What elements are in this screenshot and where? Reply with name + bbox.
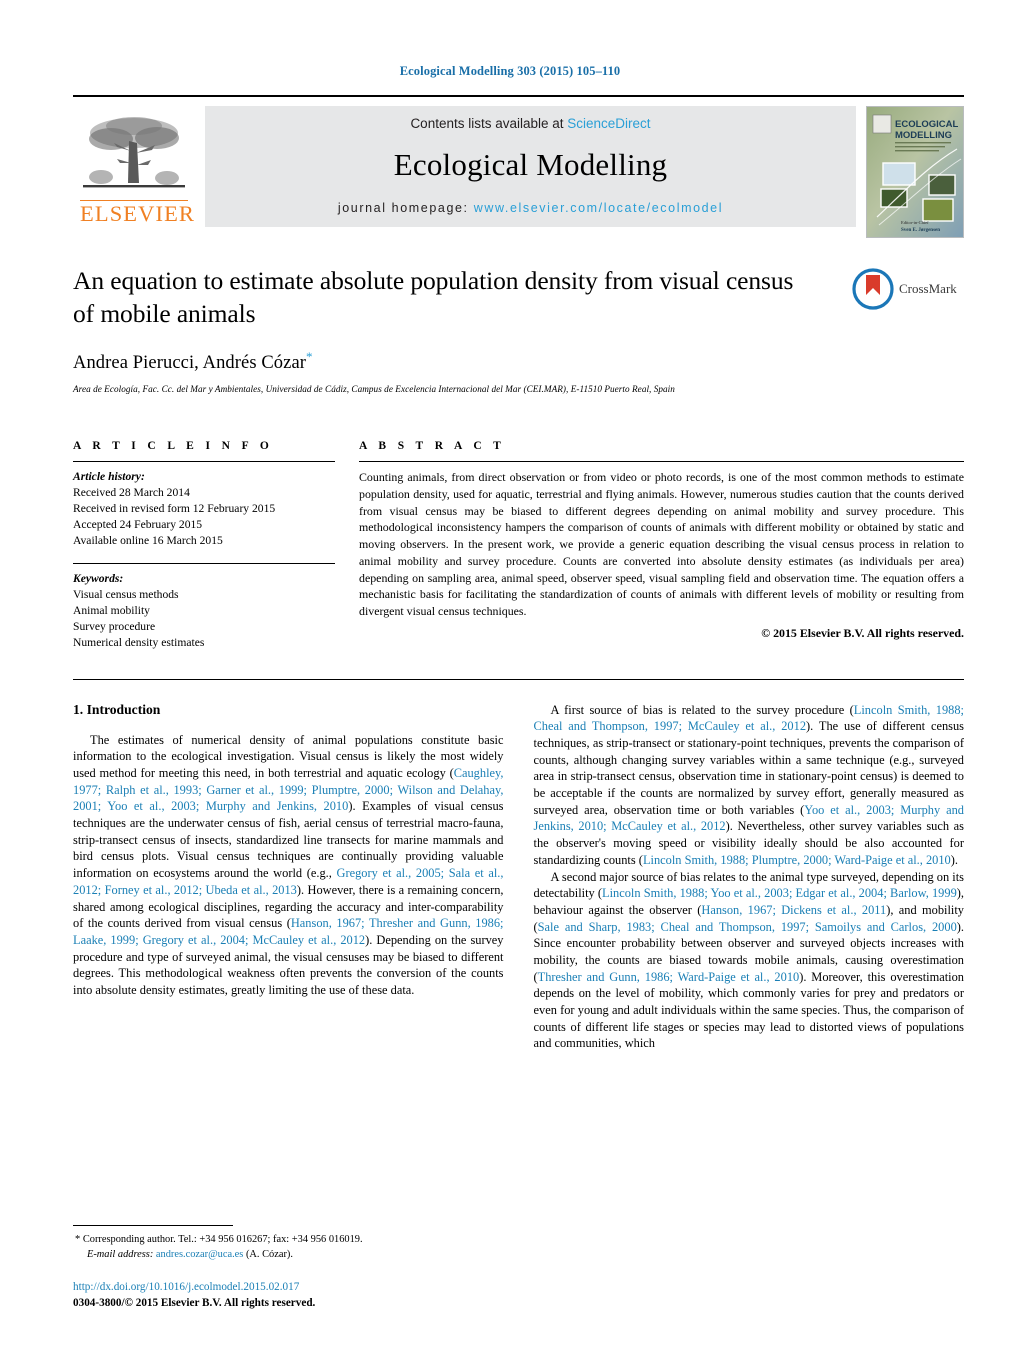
article-info-column: A R T I C L E I N F O Article history: R…: [73, 440, 335, 651]
keyword-item: Visual census methods: [73, 587, 179, 601]
abstract-copyright: © 2015 Elsevier B.V. All rights reserved…: [761, 625, 964, 640]
intro-paragraph-right-1: A first source of bias is related to the…: [534, 702, 965, 869]
text-run: The estimates of numerical density of an…: [73, 732, 504, 781]
abstract-text: Counting animals, from direct observatio…: [359, 469, 964, 619]
issn-copyright-line: 0304-3800/© 2015 Elsevier B.V. All right…: [73, 1296, 316, 1309]
doi-link[interactable]: http://dx.doi.org/10.1016/j.ecolmodel.20…: [73, 1279, 503, 1295]
journal-masthead: ELSEVIER Contents lists available at Sci…: [73, 95, 964, 238]
crossmark-icon: [852, 268, 894, 310]
history-item: Received in revised form 12 February 201…: [73, 501, 276, 515]
page-title: An equation to estimate absolute populat…: [73, 266, 794, 328]
body-separator-rule: [73, 678, 964, 680]
body-column-right: A first source of bias is related to the…: [534, 702, 965, 1052]
title-block: An equation to estimate absolute populat…: [73, 265, 964, 394]
keyword-item: Numerical density estimates: [73, 635, 205, 649]
intro-paragraph-right-2: A second major source of bias relates to…: [534, 869, 965, 1052]
email-link[interactable]: andres.cozar@uca.es: [156, 1249, 243, 1260]
citation-link[interactable]: Thresher and Gunn, 1986; Ward-Paige et a…: [538, 970, 800, 984]
svg-text:MODELLING: MODELLING: [895, 130, 952, 141]
footnote-rule: [73, 1225, 233, 1227]
journal-title: Ecological Modelling: [393, 147, 668, 182]
cover-artwork: ECOLOGICAL MODELLING Editor-in-Chief Sve…: [867, 107, 963, 237]
article-page: Ecological Modelling 303 (2015) 105–110: [0, 0, 1020, 1351]
abstract-column: A B S T R A C T Counting animals, from d…: [359, 440, 964, 651]
elsevier-logo: ELSEVIER: [73, 106, 195, 227]
history-item: Received 28 March 2014: [73, 485, 190, 499]
sciencedirect-link[interactable]: ScienceDirect: [567, 116, 650, 131]
intro-paragraph-left: The estimates of numerical density of an…: [73, 732, 504, 999]
journal-homepage-line: journal homepage: www.elsevier.com/locat…: [338, 201, 723, 215]
affiliation: Area de Ecología, Fac. Cc. del Mar y Amb…: [73, 383, 675, 394]
section-heading-introduction: 1. Introduction: [73, 701, 161, 717]
corresponding-author-marker: *: [306, 348, 313, 364]
crossmark-badge[interactable]: CrossMark: [852, 267, 964, 311]
svg-text:Sven E. Jørgensen: Sven E. Jørgensen: [901, 228, 940, 233]
footnote-line-2: E-mail address: andres.cozar@uca.es (A. …: [73, 1248, 493, 1263]
history-item: Available online 16 March 2015: [73, 533, 223, 547]
author-names: Andrea Pierucci, Andrés Cózar: [73, 352, 307, 373]
abstract-heading: A B S T R A C T: [359, 439, 506, 452]
homepage-url-link[interactable]: www.elsevier.com/locate/ecolmodel: [474, 201, 723, 215]
citation-link[interactable]: Hanson, 1967; Dickens et al., 2011: [701, 903, 886, 917]
keyword-item: Animal mobility: [73, 603, 150, 617]
svg-text:ECOLOGICAL: ECOLOGICAL: [895, 119, 959, 130]
keywords-label: Keywords:: [73, 571, 124, 585]
journal-band: Contents lists available at ScienceDirec…: [205, 106, 856, 227]
article-history-label: Article history:: [73, 469, 145, 483]
running-head: Ecological Modelling 303 (2015) 105–110: [399, 64, 621, 78]
elsevier-wordmark: ELSEVIER: [80, 199, 196, 226]
author-list: Andrea Pierucci, Andrés Cózar*: [73, 349, 964, 374]
journal-cover-thumbnail: ECOLOGICAL MODELLING Editor-in-Chief Sve…: [866, 106, 964, 238]
article-info-heading: A R T I C L E I N F O: [73, 439, 274, 452]
footnote-line-1: * Corresponding author. Tel.: +34 956 01…: [73, 1233, 493, 1248]
doi-block: http://dx.doi.org/10.1016/j.ecolmodel.20…: [73, 1279, 503, 1311]
email-label: E-mail address:: [87, 1249, 154, 1261]
svg-text:Editor-in-Chief: Editor-in-Chief: [901, 220, 929, 225]
crossmark-label: CrossMark: [899, 281, 957, 296]
footnote-marker: *: [75, 1234, 81, 1246]
contents-lists-prefix: Contents lists available at: [410, 116, 568, 131]
info-abstract-row: A R T I C L E I N F O Article history: R…: [73, 440, 964, 651]
article-history-block: Article history: Received 28 March 2014 …: [73, 462, 335, 549]
body-column-left: 1. Introduction The estimates of numeric…: [73, 702, 504, 1052]
text-run: A first source of bias is related to the…: [550, 702, 854, 717]
footnote-corresponding-text: Corresponding author. Tel.: +34 956 0162…: [82, 1234, 363, 1246]
citation-link[interactable]: Lincoln Smith, 1988; Yoo et al., 2003; E…: [602, 886, 957, 900]
homepage-prefix: journal homepage:: [337, 201, 474, 215]
text-run: ).: [950, 852, 958, 867]
keywords-block: Keywords: Visual census methods Animal m…: [73, 564, 335, 651]
keyword-item: Survey procedure: [73, 619, 156, 633]
history-item: Accepted 24 February 2015: [73, 517, 203, 531]
elsevier-tree-icon: [83, 116, 185, 187]
citation-link[interactable]: Sale and Sharp, 1983; Cheal and Thompson…: [538, 920, 957, 934]
contents-lists-line: Contents lists available at ScienceDirec…: [410, 116, 650, 131]
email-suffix: (A. Cózar).: [245, 1249, 293, 1261]
body-columns: 1. Introduction The estimates of numeric…: [73, 702, 964, 1052]
citation-link[interactable]: Lincoln Smith, 1988; Plumptre, 2000; War…: [643, 853, 951, 867]
corresponding-author-footnote: * Corresponding author. Tel.: +34 956 01…: [73, 1225, 493, 1263]
